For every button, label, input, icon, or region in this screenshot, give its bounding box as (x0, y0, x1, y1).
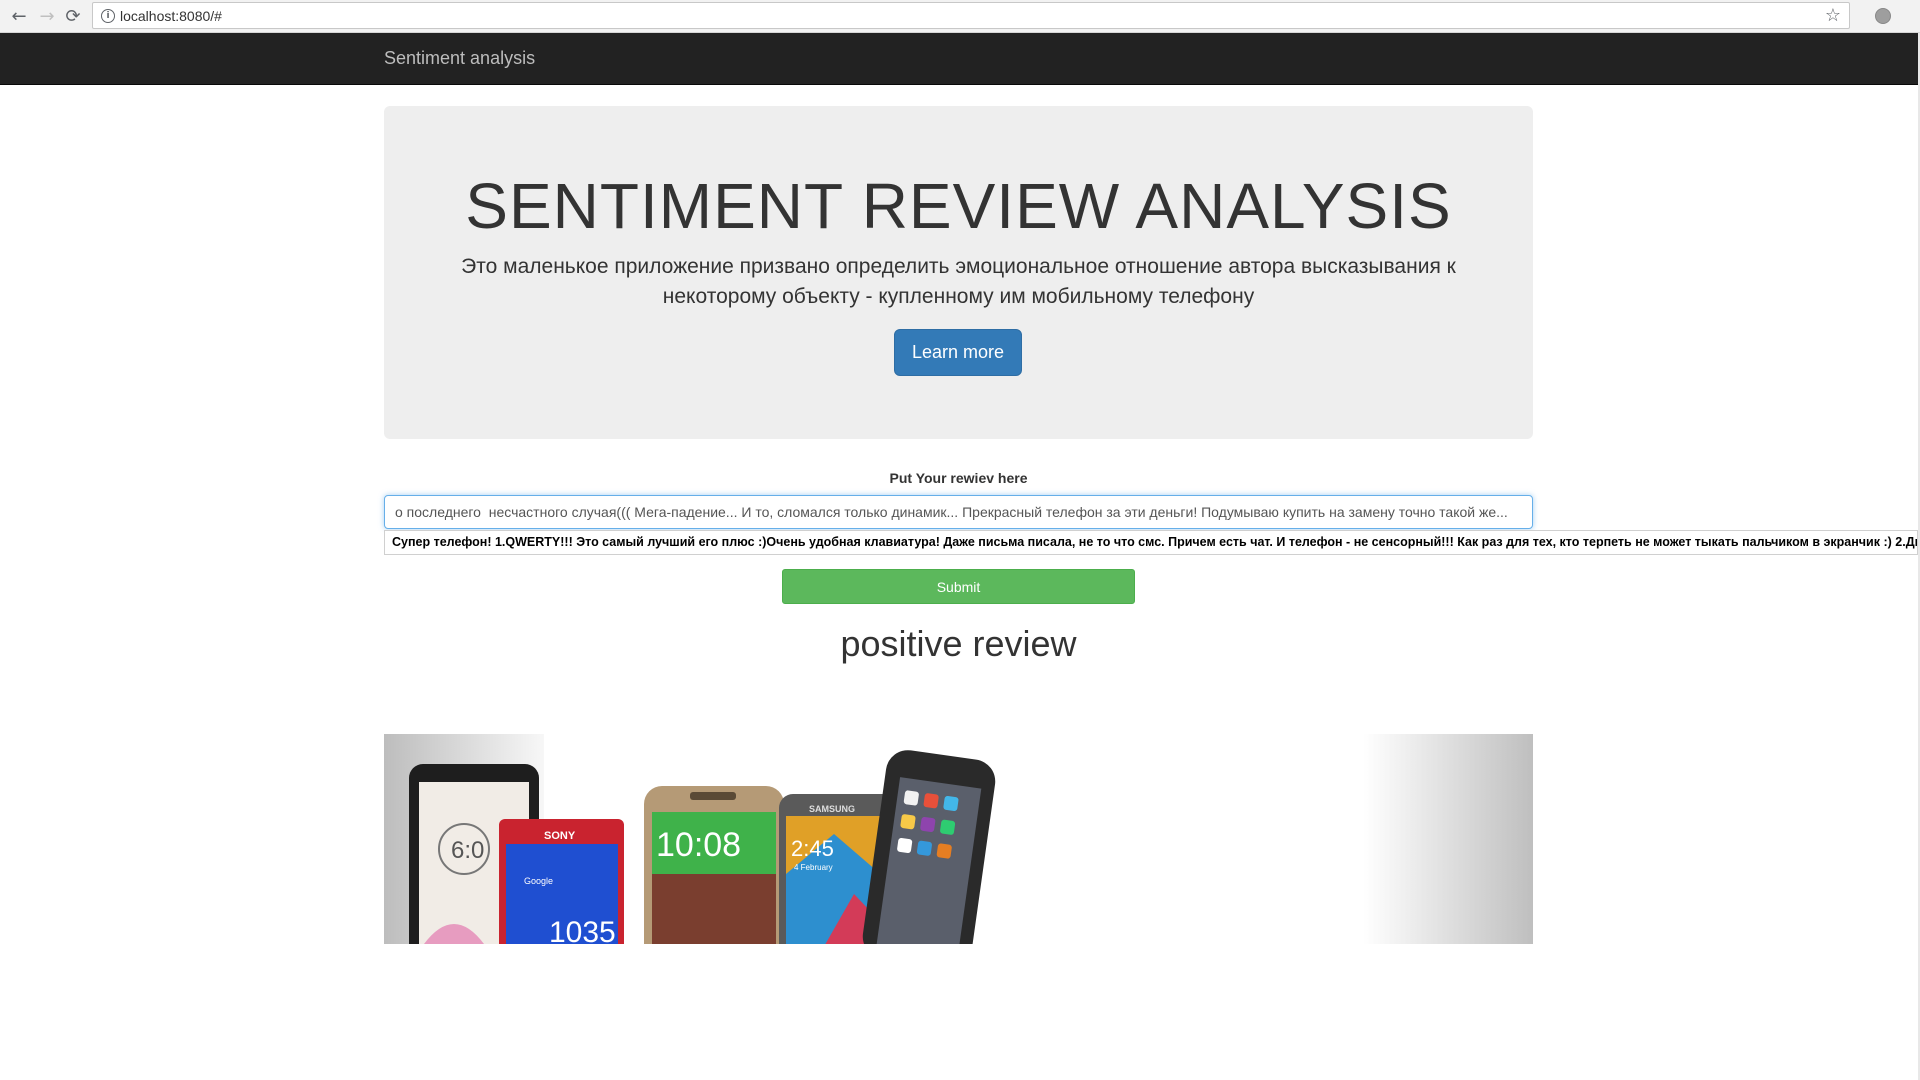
phones-banner-image: 6:0 SONY Google 1035 10:08 SAMSUNG 2:45 (384, 734, 1533, 944)
back-arrow-icon[interactable]: ← (6, 3, 32, 29)
lg-clock: 6:0 (451, 837, 484, 864)
htc-clock: 10:08 (656, 826, 741, 864)
phones-illustration: 6:0 SONY Google 1035 10:08 SAMSUNG 2:45 (409, 750, 996, 944)
htc-phone: 10:08 (644, 786, 784, 944)
sony-search: Google (524, 876, 553, 886)
globe-icon[interactable] (1875, 8, 1891, 24)
autocomplete-suggestion[interactable]: Супер телефон! 1.QWERTY!!! Это самый луч… (384, 530, 1918, 555)
samsung-logo: SAMSUNG (809, 804, 855, 814)
browser-toolbar: ← → ⟳ i localhost:8080/# ☆ (0, 0, 1920, 33)
info-icon[interactable]: i (101, 9, 115, 23)
page-title: SENTIMENT REVIEW ANALYSIS (465, 170, 1452, 242)
samsung-date: 4 February (794, 863, 833, 872)
address-bar[interactable]: i localhost:8080/# ☆ (92, 2, 1850, 29)
intro-text: Это маленькое приложение призвано опреде… (461, 255, 1456, 308)
bookmark-star-icon[interactable]: ☆ (1825, 5, 1841, 26)
iphone (862, 750, 996, 944)
top-navbar: Sentiment analysis (0, 33, 1918, 85)
sony-logo: SONY (544, 830, 576, 842)
navbar-brand[interactable]: Sentiment analysis (384, 48, 535, 69)
sony-clock: 1035 (549, 916, 616, 944)
forward-arrow-icon[interactable]: → (34, 3, 60, 29)
reload-icon[interactable]: ⟳ (60, 3, 86, 29)
review-input[interactable] (384, 495, 1533, 529)
url-text[interactable]: localhost:8080/# (120, 8, 222, 24)
learn-more-button[interactable]: Learn more (894, 329, 1022, 376)
review-label: Put Your rewiev here (889, 470, 1028, 486)
samsung-clock: 2:45 (791, 836, 834, 861)
sony-phone: SONY Google 1035 (499, 819, 624, 944)
sentiment-result: positive review (840, 623, 1077, 664)
submit-button[interactable]: Submit (782, 569, 1135, 604)
